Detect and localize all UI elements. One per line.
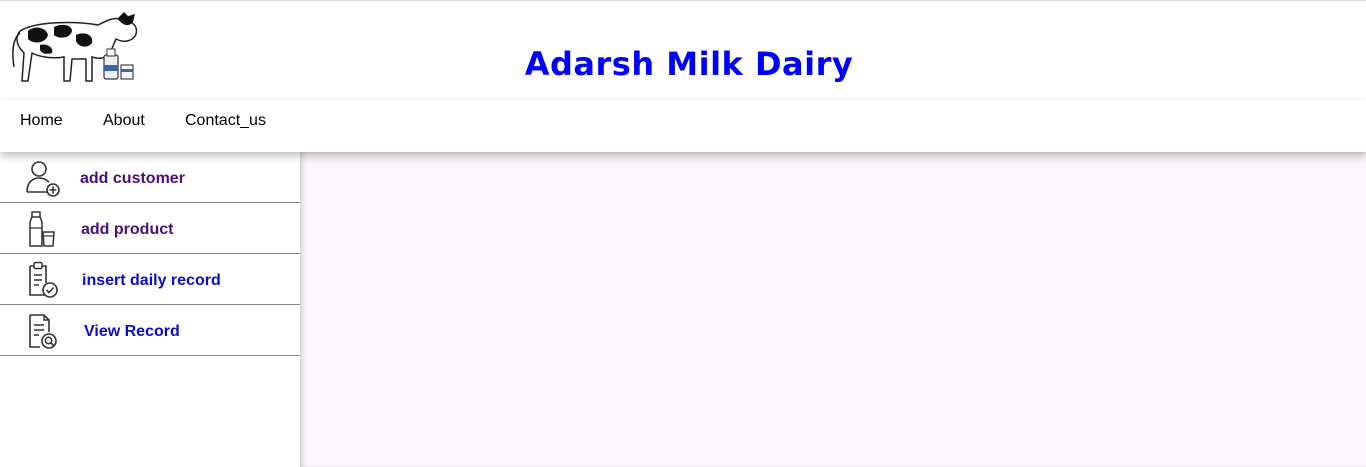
sidebar-item-label: add customer: [80, 170, 185, 187]
sidebar: add customer add product insert daily re…: [0, 152, 300, 467]
dashboard-page: Adarsh Milk Dairy Home About Contact_us …: [0, 0, 1366, 467]
nav-about-link[interactable]: About: [103, 112, 145, 130]
milk-bottle-icon: [22, 210, 62, 248]
add-user-icon: [22, 159, 62, 197]
clipboard-check-icon: [22, 261, 62, 299]
sidebar-item-label: View Record: [84, 323, 180, 340]
site-title: Adarsh Milk Dairy: [524, 45, 854, 83]
top-nav: Home About Contact_us: [0, 100, 1366, 152]
nav-home-link[interactable]: Home: [20, 112, 63, 130]
sidebar-item-label: insert daily record: [82, 272, 221, 289]
document-search-icon: [22, 312, 62, 350]
sidebar-item-view-record[interactable]: View Record: [0, 305, 300, 356]
sidebar-item-add-customer[interactable]: add customer: [0, 152, 300, 203]
site-header: Adarsh Milk Dairy: [0, 0, 1366, 100]
sidebar-item-add-product[interactable]: add product: [0, 203, 300, 254]
nav-contact-link[interactable]: Contact_us: [185, 112, 266, 130]
main-content-area: [300, 152, 1366, 467]
sidebar-item-insert-daily-record[interactable]: insert daily record: [0, 254, 300, 305]
sidebar-item-label: add product: [81, 221, 174, 238]
